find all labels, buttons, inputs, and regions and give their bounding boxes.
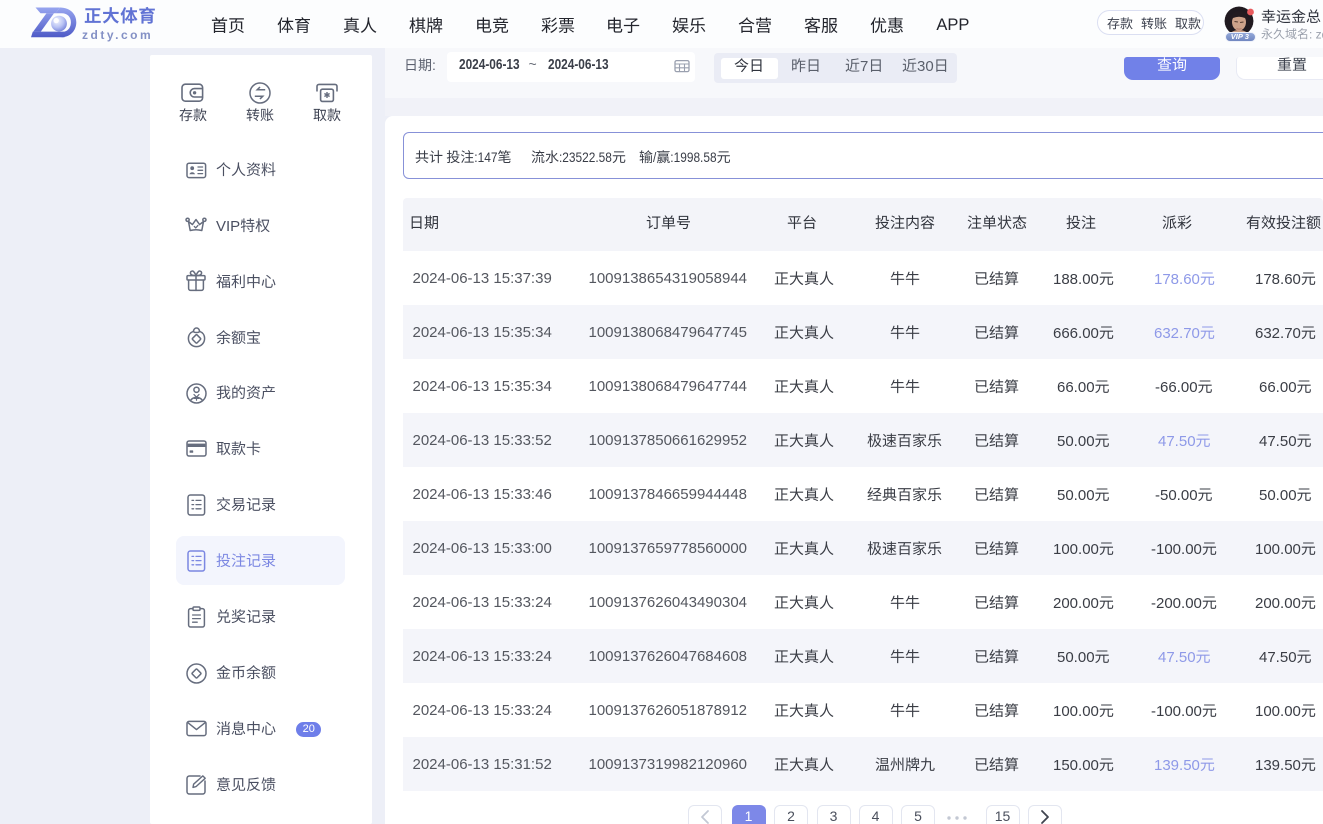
svg-text:200.00: 200.00 (1053, 594, 1099, 611)
svg-text:-200.00: -200.00 (1151, 594, 1202, 611)
svg-text::23522.58: :23522.58 (559, 149, 612, 165)
svg-text:200.00: 200.00 (1255, 594, 1301, 611)
svg-text:-50.00: -50.00 (1155, 486, 1198, 503)
svg-text::1998.58: :1998.58 (670, 149, 716, 165)
svg-text:188.00: 188.00 (1053, 270, 1099, 287)
svg-text:178.60: 178.60 (1255, 270, 1301, 287)
svg-text:50.00: 50.00 (1259, 486, 1297, 503)
svg-text:-66.00: -66.00 (1155, 378, 1198, 395)
svg-text:139.50: 139.50 (1154, 756, 1200, 773)
svg-text:632.70: 632.70 (1255, 324, 1301, 341)
svg-text::147: :147 (474, 149, 497, 165)
svg-text:: zd: : zd (1309, 27, 1323, 41)
svg-text:100.00: 100.00 (1053, 540, 1099, 557)
svg-text:47.50: 47.50 (1158, 432, 1196, 449)
svg-text:-100.00: -100.00 (1151, 702, 1202, 719)
svg-text:150.00: 150.00 (1053, 756, 1099, 773)
svg-text:178.60: 178.60 (1154, 270, 1200, 287)
svg-text:30: 30 (917, 58, 934, 75)
svg-text:666.00: 666.00 (1053, 324, 1099, 341)
svg-text:/: / (653, 149, 656, 165)
svg-text:47.50: 47.50 (1259, 432, 1297, 449)
svg-text:66.00: 66.00 (1057, 378, 1095, 395)
svg-text:632.70: 632.70 (1154, 324, 1200, 341)
svg-text:100.00: 100.00 (1053, 702, 1099, 719)
svg-text:47.50: 47.50 (1158, 648, 1196, 665)
svg-text:50.00: 50.00 (1057, 432, 1095, 449)
svg-text:7: 7 (860, 58, 868, 75)
svg-text:100.00: 100.00 (1255, 540, 1301, 557)
svg-text:66.00: 66.00 (1259, 378, 1297, 395)
svg-text:50.00: 50.00 (1057, 486, 1095, 503)
svg-text:100.00: 100.00 (1255, 702, 1301, 719)
svg-text:-100.00: -100.00 (1151, 540, 1202, 557)
svg-text:VIP: VIP (216, 218, 240, 235)
svg-text:47.50: 47.50 (1259, 648, 1297, 665)
svg-text:139.50: 139.50 (1255, 756, 1301, 773)
svg-text:50.00: 50.00 (1057, 648, 1095, 665)
svg-text::: : (432, 57, 436, 73)
